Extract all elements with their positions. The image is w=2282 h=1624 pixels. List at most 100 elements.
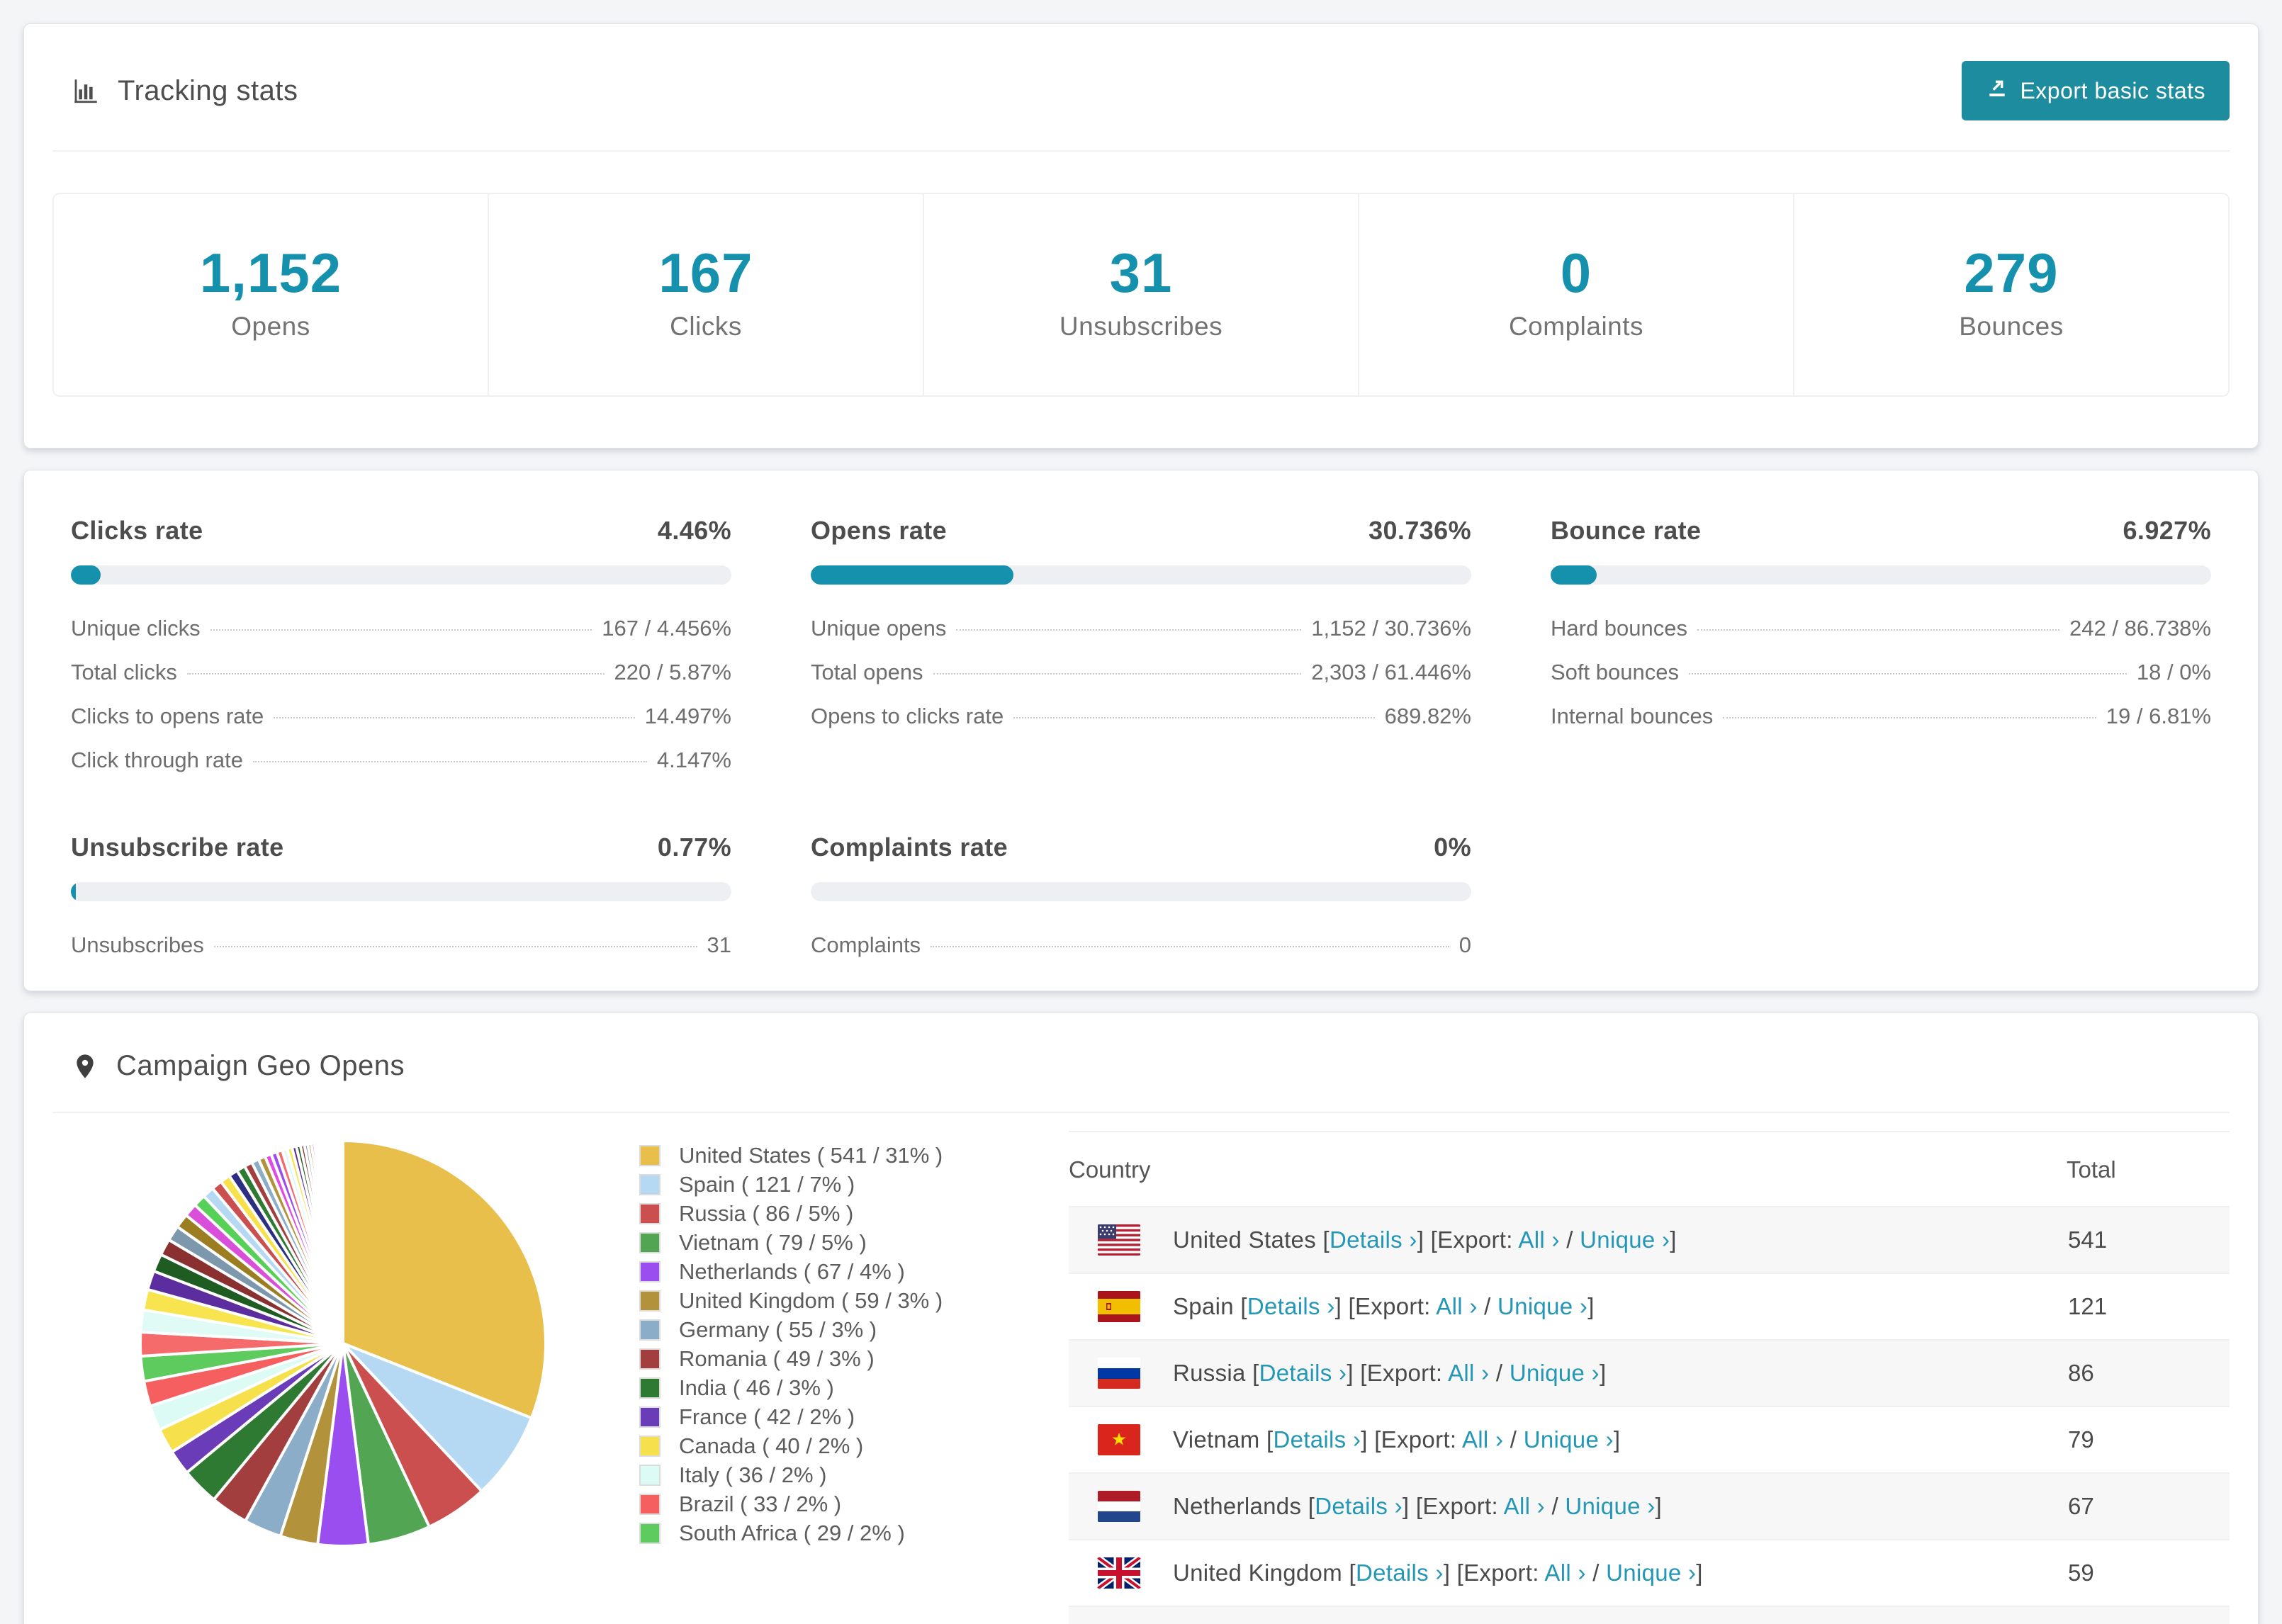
details-link[interactable]: Details › (1259, 1360, 1347, 1386)
details-link[interactable]: Details › (1315, 1493, 1403, 1519)
stat-complaints: 0 Complaints (1359, 194, 1794, 395)
metric-label: Clicks to opens rate (71, 704, 264, 728)
geo-table-container: Country Total United States [Details ›] … (1069, 1131, 2230, 1624)
geo-table: Country Total United States [Details ›] … (1069, 1131, 2230, 1624)
legend-swatch (639, 1319, 661, 1341)
opens-rate-section: Opens rate 30.736% Unique opens 1,152 / 3… (792, 516, 1490, 773)
table-row-germany: Germany [Details ›] [Export: All › / Uni… (1069, 1606, 2230, 1624)
tracking-stats-header: Tracking stats Export basic stats (52, 24, 2230, 152)
section-title: Campaign Geo Opens (116, 1050, 405, 1081)
russia-flag-icon (1097, 1358, 1141, 1389)
geo-content: United States ( 541 / 31% ) Spain ( 121 … (24, 1113, 2258, 1624)
bar-chart-icon (71, 76, 101, 106)
dotted-leader (933, 673, 1302, 675)
page-title: Tracking stats (118, 74, 298, 106)
progress-fill (1551, 565, 1597, 585)
stat-value: 167 (658, 242, 753, 304)
rates-empty-cell (1532, 833, 2230, 958)
details-link[interactable]: Details › (1356, 1560, 1444, 1586)
export-unique-link[interactable]: Unique › (1510, 1360, 1600, 1386)
legend-swatch (639, 1173, 661, 1195)
progress-fill (811, 565, 1014, 585)
details-link[interactable]: Details › (1274, 1426, 1361, 1453)
table-header-row: Country Total (1069, 1132, 2230, 1207)
details-link[interactable]: Details › (1330, 1227, 1417, 1253)
metric-label: Total clicks (71, 660, 177, 684)
stat-label: Unsubscribes (1059, 312, 1223, 341)
metric-value: 220 / 5.87% (614, 660, 731, 684)
metric-label: Hard bounces (1551, 616, 1688, 641)
country-name: Spain (1173, 1293, 1234, 1319)
export-basic-stats-button[interactable]: Export basic stats (1962, 61, 2230, 120)
export-all-link[interactable]: All › (1436, 1293, 1477, 1319)
rate-value: 30.736% (1368, 516, 1471, 545)
total-value: 59 (2068, 1560, 2094, 1586)
export-unique-link[interactable]: Unique › (1497, 1293, 1587, 1319)
rate-value: 6.927% (2123, 516, 2211, 545)
export-all-link[interactable]: All › (1518, 1227, 1559, 1253)
legend-swatch (639, 1144, 661, 1166)
legend-item: Germany ( 55 / 3% ) (639, 1315, 1036, 1344)
progress-track (1551, 565, 2211, 585)
rate-value: 0% (1434, 833, 1471, 862)
country-name: Vietnam (1173, 1426, 1260, 1453)
legend-item: Vietnam ( 79 / 5% ) (639, 1228, 1036, 1257)
table-row-spain: Spain [Details ›] [Export: All › / Uniqu… (1069, 1273, 2230, 1340)
stat-label: Clicks (670, 312, 742, 341)
legend-item: Netherlands ( 67 / 4% ) (639, 1257, 1036, 1286)
table-row-united-kingdom: United Kingdom [Details ›] [Export: All … (1069, 1540, 2230, 1606)
total-value: 67 (2068, 1493, 2094, 1519)
export-all-link[interactable]: All › (1448, 1360, 1489, 1386)
stat-label: Opens (231, 312, 310, 341)
progress-track (811, 565, 1471, 585)
legend-swatch (639, 1202, 661, 1224)
metric-label: Total opens (811, 660, 923, 684)
legend-item: Canada ( 40 / 2% ) (639, 1431, 1036, 1460)
metric-value: 18 / 0% (2136, 660, 2211, 684)
legend-item: India ( 46 / 3% ) (639, 1373, 1036, 1402)
legend-item: Romania ( 49 / 3% ) (639, 1344, 1036, 1373)
rates-card: Clicks rate 4.46% Unique clicks 167 / 4.4… (23, 470, 2259, 991)
summary-stats-row: 1,152 Opens 167 Clicks 31 Unsubscribes 0… (52, 193, 2230, 397)
legend-item: South Africa ( 29 / 2% ) (639, 1518, 1036, 1547)
table-row-netherlands: Netherlands [Details ›] [Export: All › /… (1069, 1473, 2230, 1540)
total-value: 86 (2068, 1360, 2094, 1386)
table-row-russia: Russia [Details ›] [Export: All › / Uniq… (1069, 1340, 2230, 1406)
export-unique-link[interactable]: Unique › (1606, 1560, 1696, 1586)
dotted-leader (1697, 629, 2060, 631)
metric-value: 0 (1458, 932, 1471, 957)
complaints-rate-section: Complaints rate 0% Complaints 0 (792, 833, 1490, 958)
progress-track (71, 882, 731, 901)
export-unique-link[interactable]: Unique › (1580, 1227, 1670, 1253)
dotted-leader (274, 717, 635, 718)
stat-label: Complaints (1508, 312, 1644, 341)
stat-value: 0 (1560, 242, 1592, 304)
export-all-link[interactable]: All › (1462, 1426, 1503, 1453)
geo-opens-card: Campaign Geo Opens United States ( 541 /… (23, 1013, 2259, 1624)
metric-value: 19 / 6.81% (2106, 704, 2211, 728)
column-header-country: Country (1069, 1156, 1151, 1183)
stat-opens: 1,152 Opens (54, 194, 489, 395)
metric-label: Unique clicks (71, 616, 201, 641)
export-unique-link[interactable]: Unique › (1524, 1426, 1614, 1453)
dotted-leader (252, 761, 647, 762)
country-name: Russia (1173, 1360, 1246, 1386)
geo-opens-header: Campaign Geo Opens (52, 1013, 2230, 1113)
export-all-link[interactable]: All › (1544, 1560, 1585, 1586)
legend-item: United States ( 541 / 31% ) (639, 1141, 1036, 1170)
details-link[interactable]: Details › (1247, 1293, 1335, 1319)
legend-swatch (639, 1348, 661, 1370)
country-name: United Kingdom (1173, 1560, 1343, 1586)
dotted-leader (186, 673, 605, 675)
legend-item: United Kingdom ( 59 / 3% ) (639, 1286, 1036, 1315)
legend-item: France ( 42 / 2% ) (639, 1402, 1036, 1431)
legend-item: Russia ( 86 / 5% ) (639, 1199, 1036, 1228)
rate-title: Clicks rate (71, 516, 203, 545)
dotted-leader (1723, 717, 2096, 718)
total-value: 55 (2067, 1606, 2230, 1624)
progress-track (811, 882, 1471, 901)
tracking-stats-title: Tracking stats (71, 75, 298, 107)
export-unique-link[interactable]: Unique › (1565, 1493, 1655, 1519)
export-all-link[interactable]: All › (1504, 1493, 1545, 1519)
legend-swatch (639, 1406, 661, 1428)
